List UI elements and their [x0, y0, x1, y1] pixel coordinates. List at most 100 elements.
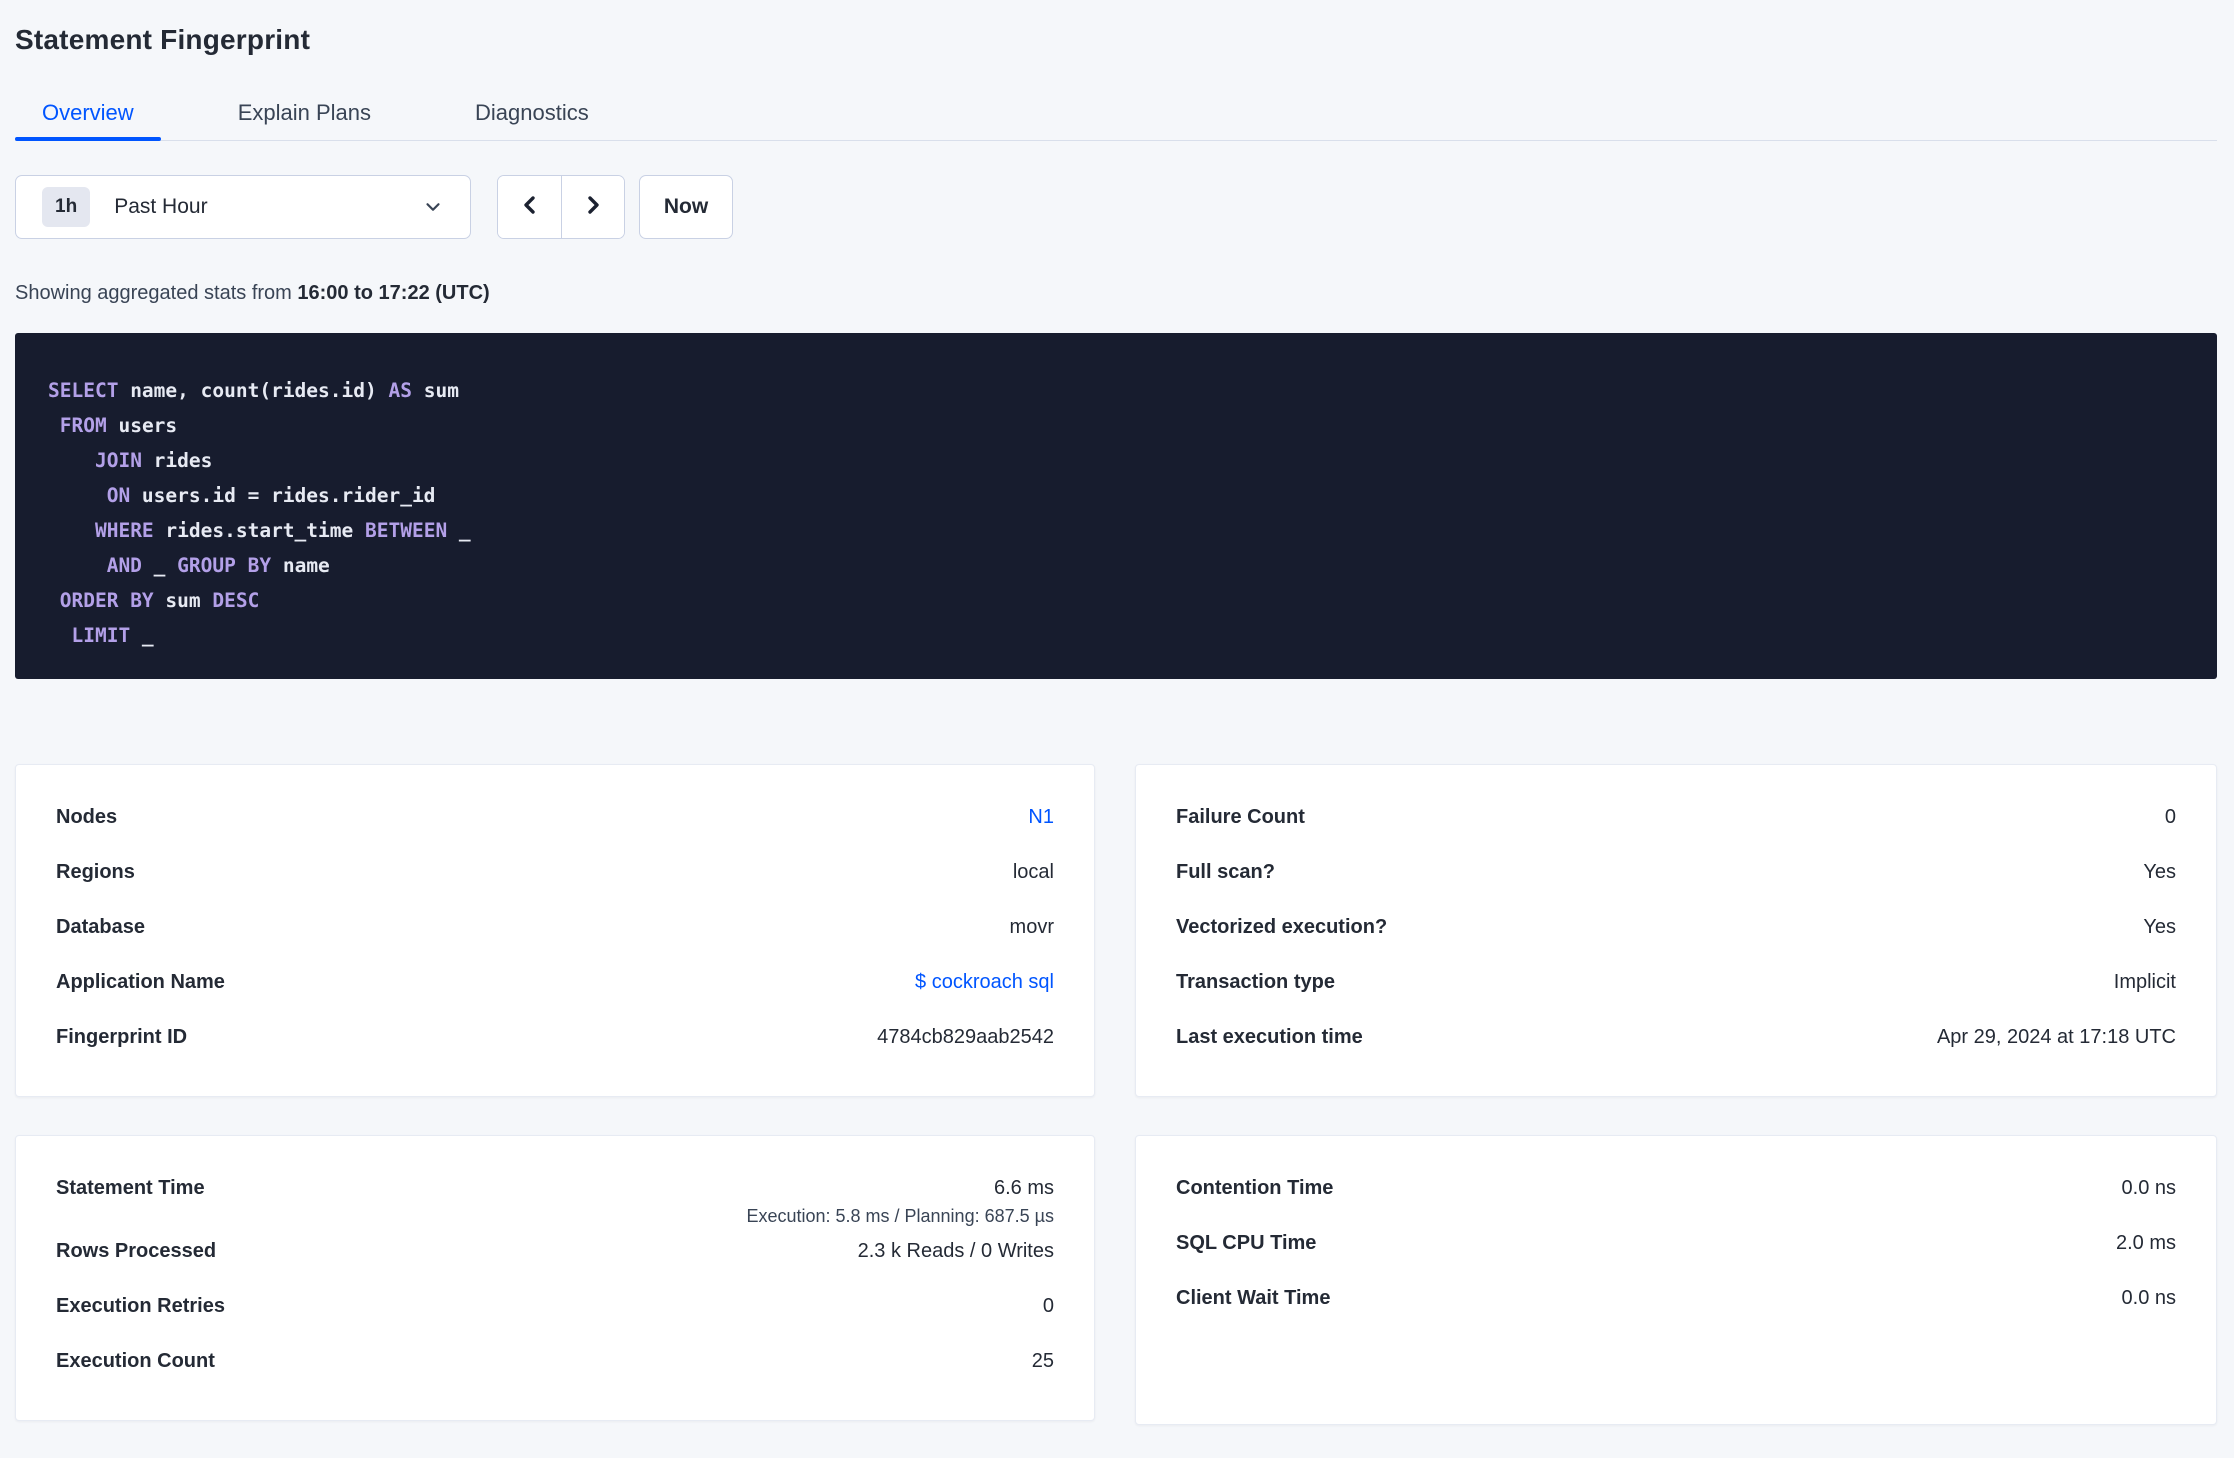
statement-fingerprint-page: Statement Fingerprint Overview Explain Pl…	[0, 24, 2234, 1425]
row-value-link[interactable]: N1	[1028, 806, 1054, 829]
tab-diagnostics[interactable]: Diagnostics	[448, 100, 616, 140]
row-value: 4784cb829aab2542	[877, 1026, 1054, 1048]
previous-time-button[interactable]	[498, 176, 561, 238]
row-label: Application Name	[56, 971, 225, 993]
row-label: Transaction type	[1176, 971, 1335, 993]
card-row: Last execution time Apr 29, 2024 at 17:18…	[1176, 1013, 2176, 1068]
card-row: SQL CPU Time 2.0 ms	[1176, 1219, 2176, 1274]
card-row: Statement Time 6.6 ms Execution: 5.8 ms / …	[56, 1164, 1054, 1227]
now-button[interactable]: Now	[639, 175, 733, 239]
sql-line: AND _ GROUP BY name	[48, 548, 2184, 583]
card-row: Failure Count 0	[1176, 793, 2176, 848]
row-label: Failure Count	[1176, 806, 1305, 828]
card-row: Fingerprint ID 4784cb829aab2542	[56, 1013, 1054, 1068]
card-row: Vectorized execution? Yes	[1176, 903, 2176, 958]
sql-line: SELECT name, count(rides.id) AS sum	[48, 373, 2184, 408]
row-label: Contention Time	[1176, 1177, 1334, 1199]
sql-keyword: JOIN	[94, 449, 142, 472]
card-overview-meta: Nodes N1 Regions local Database movr Applicati…	[15, 764, 1095, 1097]
chevron-left-icon	[518, 193, 542, 222]
row-value-link[interactable]: $ cockroach sql	[915, 971, 1054, 994]
row-label: Regions	[56, 861, 135, 883]
sql-text: name, count(rides.id)	[118, 379, 389, 402]
row-label: SQL CPU Time	[1176, 1232, 1317, 1254]
row-value: 0	[2164, 806, 2176, 828]
sql-line: ORDER BY sum DESC	[48, 583, 2184, 618]
row-value: local	[1012, 861, 1054, 883]
sql-keyword: AS	[388, 379, 412, 402]
tab-overview[interactable]: Overview	[15, 100, 161, 141]
row-label: Nodes	[56, 806, 118, 828]
card-row: Rows Processed 2.3 k Reads / 0 Writes	[56, 1227, 1054, 1282]
stats-line-prefix: Showing aggregated stats from	[15, 282, 298, 304]
sql-text: sum	[411, 379, 459, 402]
card-statement-times: Statement Time 6.6 ms Execution: 5.8 ms / …	[15, 1135, 1095, 1421]
sql-text: users	[106, 414, 178, 437]
row-value: 25	[1031, 1350, 1054, 1372]
row-label: Execution Count	[56, 1350, 215, 1372]
card-row: Nodes N1	[56, 793, 1054, 848]
sql-text: users.id = rides.rider_id	[130, 484, 436, 507]
row-value: 0	[1042, 1295, 1054, 1317]
card-row: Client Wait Time 0.0 ns	[1176, 1274, 2176, 1329]
time-range-dropdown[interactable]: 1h Past Hour	[15, 175, 471, 239]
tab-explain-plans[interactable]: Explain Plans	[211, 100, 398, 140]
sql-text: rides.start_time	[153, 519, 365, 542]
chevron-down-icon	[422, 196, 444, 218]
card-row: Application Name $ cockroach sql	[56, 958, 1054, 1013]
sql-line: LIMIT _	[48, 618, 2184, 653]
sql-keyword: DESC	[212, 589, 260, 612]
row-value: 6.6 ms	[993, 1177, 1054, 1199]
row-value: 0.0 ns	[2121, 1177, 2176, 1199]
row-value: 0.0 ns	[2121, 1287, 2176, 1309]
time-picker-row: 1h Past Hour Now	[15, 175, 2217, 239]
row-value: Implicit	[2113, 971, 2176, 993]
sql-text: rides	[141, 449, 213, 472]
stats-line-range: 16:00 to 17:22 (UTC)	[297, 282, 490, 304]
row-value: Apr 29, 2024 at 17:18 UTC	[1936, 1026, 2176, 1048]
sql-line: WHERE rides.start_time BETWEEN _	[48, 513, 2184, 548]
card-row: Execution Retries 0	[56, 1282, 1054, 1337]
time-range-badge: 1h	[42, 187, 91, 227]
row-label: Vectorized execution?	[1176, 916, 1388, 938]
sql-text: _	[141, 554, 178, 577]
sql-keyword: GROUP BY	[177, 554, 272, 577]
sql-keyword: ON	[106, 484, 131, 507]
row-label: Statement Time	[56, 1177, 205, 1199]
card-row: Database movr	[56, 903, 1054, 958]
aggregated-stats-line: Showing aggregated stats from 16:00 to 1…	[15, 282, 2217, 305]
sql-keyword: WHERE	[94, 519, 154, 542]
sql-text: name	[271, 554, 330, 577]
card-row: Regions local	[56, 848, 1054, 903]
card-execution-attributes: Failure Count 0 Full scan? Yes Vectorized ex…	[1135, 764, 2217, 1097]
row-label: Execution Retries	[56, 1295, 225, 1317]
summary-cards: Nodes N1 Regions local Database movr Applicati…	[15, 764, 2217, 1425]
sql-keyword: BETWEEN	[365, 519, 448, 542]
chevron-right-icon	[581, 193, 605, 222]
next-time-button[interactable]	[561, 176, 624, 238]
row-value: movr	[1009, 916, 1054, 938]
sql-keyword: LIMIT	[71, 624, 131, 647]
row-label: Rows Processed	[56, 1240, 217, 1262]
time-range-label: Past Hour	[114, 195, 208, 218]
sql-statement: SELECT name, count(rides.id) AS sum FROM…	[15, 333, 2217, 679]
card-row: Contention Time 0.0 ns	[1176, 1164, 2176, 1219]
row-value: Yes	[2143, 916, 2176, 938]
sql-keyword: SELECT	[48, 379, 119, 402]
card-row: Transaction type Implicit	[1176, 958, 2176, 1013]
tabs: Overview Explain Plans Diagnostics	[15, 100, 2217, 141]
page-title: Statement Fingerprint	[15, 24, 311, 55]
row-value: Yes	[2143, 861, 2176, 883]
sql-text: sum	[153, 589, 213, 612]
sql-line: FROM users	[48, 408, 2184, 443]
sql-keyword: AND	[106, 554, 142, 577]
card-row: Execution Count 25	[56, 1337, 1054, 1392]
card-row: Full scan? Yes	[1176, 848, 2176, 903]
sql-keyword: FROM	[59, 414, 107, 437]
